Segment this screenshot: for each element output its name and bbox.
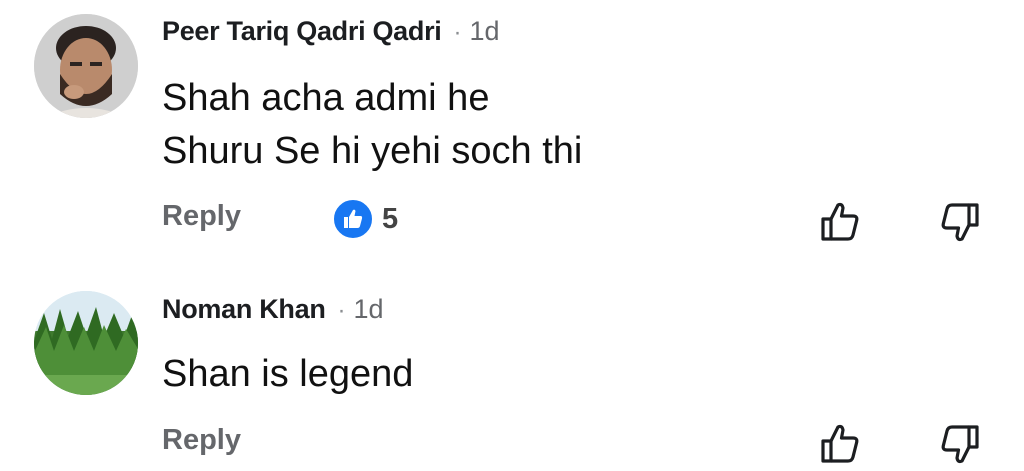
comment-text: Shah acha admi he Shuru Se hi yehi soch … bbox=[162, 72, 582, 178]
upvote-thumbs-up-icon[interactable] bbox=[818, 200, 862, 244]
reaction-count: 5 bbox=[382, 202, 399, 235]
author-name[interactable]: Peer Tariq Qadri Qadri bbox=[162, 16, 442, 47]
comment: Peer Tariq Qadri Qadri · 1d Shah acha ad… bbox=[0, 0, 1024, 262]
comment-line: Shah acha admi he bbox=[162, 77, 490, 119]
reply-button[interactable]: Reply bbox=[162, 424, 241, 457]
separator-dot: · bbox=[337, 297, 346, 324]
author-name[interactable]: Noman Khan bbox=[162, 294, 326, 325]
comment-meta: Peer Tariq Qadri Qadri · 1d bbox=[162, 16, 500, 47]
reaction-summary[interactable]: 5 bbox=[332, 198, 398, 240]
comment-line: Shuru Se hi yehi soch thi bbox=[162, 130, 583, 172]
downvote-thumbs-down-icon[interactable] bbox=[938, 422, 982, 466]
downvote-thumbs-down-icon[interactable] bbox=[938, 200, 982, 244]
like-icon bbox=[332, 198, 374, 240]
avatar[interactable] bbox=[34, 14, 138, 118]
timestamp: 1d bbox=[469, 16, 500, 46]
reply-button[interactable]: Reply bbox=[162, 200, 241, 233]
upvote-thumbs-up-icon[interactable] bbox=[818, 422, 862, 466]
avatar[interactable] bbox=[34, 291, 138, 395]
comment-text: Shan is legend bbox=[162, 348, 413, 401]
comment-meta: Noman Khan · 1d bbox=[162, 294, 384, 325]
comment-line: Shan is legend bbox=[162, 353, 414, 395]
separator-dot: · bbox=[453, 19, 462, 46]
comment: Noman Khan · 1d Shan is legend Reply bbox=[0, 276, 1024, 470]
timestamp: 1d bbox=[353, 294, 384, 324]
